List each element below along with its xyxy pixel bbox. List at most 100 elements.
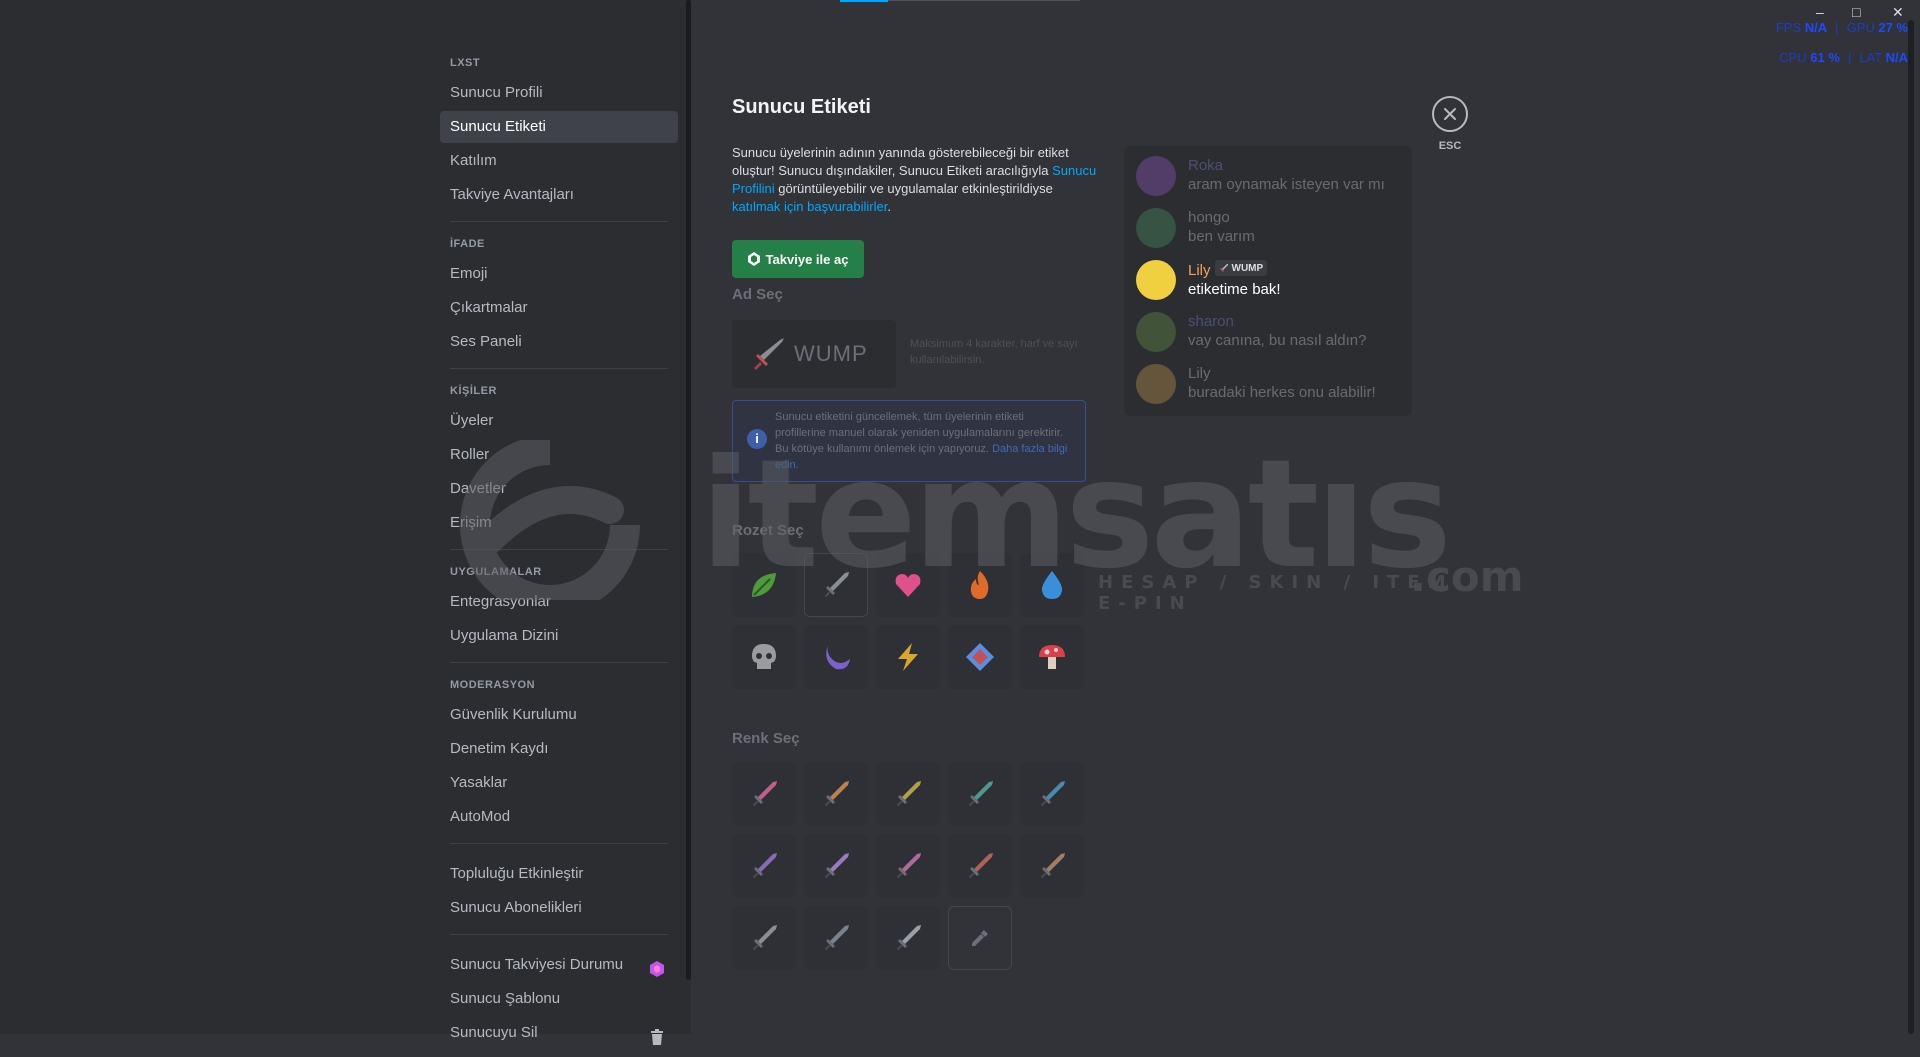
color-option[interactable] bbox=[876, 762, 940, 826]
color-option[interactable] bbox=[876, 834, 940, 898]
description-text: görüntüleyebilir ve uygulamalar etkinleş… bbox=[774, 181, 1053, 196]
sidebar-item-entegrasyonlar[interactable]: Entegrasyonlar bbox=[440, 586, 678, 618]
badge-option[interactable] bbox=[1020, 625, 1084, 689]
sidebar-item-kartmalar[interactable]: Çıkartmalar bbox=[440, 292, 678, 324]
badge-option[interactable] bbox=[876, 625, 940, 689]
sidebar-divider bbox=[450, 221, 668, 222]
apply-to-join-link[interactable]: katılmak için başvurabilirler bbox=[732, 199, 887, 214]
color-option[interactable] bbox=[804, 906, 868, 970]
color-option[interactable] bbox=[948, 834, 1012, 898]
description: Sunucu üyelerinin adının yanında göstere… bbox=[732, 144, 1102, 216]
color-option[interactable] bbox=[876, 906, 940, 970]
description-text: . bbox=[887, 199, 891, 214]
gem-badge-icon bbox=[964, 641, 996, 673]
perf-overlay-top: FPS N/A | GPU 27 % bbox=[1775, 20, 1908, 35]
sidebar-item-denetim-kayd[interactable]: Denetim Kaydı bbox=[440, 733, 678, 765]
color-orange-sword-icon bbox=[820, 778, 852, 810]
message-text: buradaki herkes onu alabilir! bbox=[1188, 384, 1376, 401]
sidebar-item-label: Ses Paneli bbox=[450, 333, 522, 350]
preview-message: Lily WUMP etiketime bak! bbox=[1136, 260, 1281, 300]
color-option[interactable] bbox=[1020, 834, 1084, 898]
sword-icon bbox=[1219, 264, 1228, 272]
close-button[interactable] bbox=[1432, 96, 1468, 132]
color-option[interactable] bbox=[1020, 762, 1084, 826]
main-scrollbar[interactable] bbox=[1908, 20, 1914, 1034]
sidebar-item-sunucuyu-sil[interactable]: Sunucuyu Sil bbox=[440, 1017, 678, 1049]
color-teal-sword-icon bbox=[964, 778, 996, 810]
minimize-button[interactable]: – bbox=[1816, 4, 1824, 20]
sidebar-item-label: Entegrasyonlar bbox=[450, 593, 551, 610]
sidebar-scrollbar[interactable] bbox=[686, 0, 691, 980]
avatar bbox=[1136, 312, 1176, 352]
sidebar-item-eri-im[interactable]: Erişim bbox=[440, 507, 678, 539]
eyedropper-icon bbox=[970, 928, 990, 948]
avatar bbox=[1136, 260, 1176, 300]
sidebar-item-davetler[interactable]: Davetler bbox=[440, 473, 678, 505]
sidebar-item-toplulu-u-etkinle-tir[interactable]: Topluluğu Etkinleştir bbox=[440, 858, 678, 890]
color-option[interactable] bbox=[732, 906, 796, 970]
sidebar-item-label: Davetler bbox=[450, 480, 506, 497]
sidebar-item-label: Topluluğu Etkinleştir bbox=[450, 865, 584, 882]
message-author: hongo bbox=[1188, 209, 1230, 226]
badge-option[interactable] bbox=[732, 625, 796, 689]
message-body: hongo ben varım bbox=[1188, 208, 1255, 248]
sidebar-item-automod[interactable]: AutoMod bbox=[440, 801, 678, 833]
sidebar-divider bbox=[450, 368, 668, 369]
message-text: vay canına, bu nasıl aldın? bbox=[1188, 332, 1367, 349]
badge-option[interactable] bbox=[804, 553, 868, 617]
badge-option[interactable] bbox=[1020, 553, 1084, 617]
color-option[interactable] bbox=[732, 762, 796, 826]
sidebar-item-emoji[interactable]: Emoji bbox=[440, 258, 678, 290]
sidebar-divider bbox=[450, 934, 668, 935]
name-label: Ad Seç bbox=[732, 286, 783, 303]
color-silver-sword-icon bbox=[892, 922, 924, 954]
message-author-line: hongo bbox=[1188, 208, 1255, 227]
sidebar-item-sunucu-takviyesi-durumu[interactable]: Sunucu Takviyesi Durumu bbox=[440, 949, 678, 981]
info-icon: i bbox=[747, 429, 767, 449]
watermark-sub: HESAP / SKIN / ITEM / E-PIN bbox=[1098, 572, 1483, 614]
sidebar-item-sunucu-etiketi[interactable]: Sunucu Etiketi bbox=[440, 111, 678, 143]
sidebar-item-sunucu-abonelikleri[interactable]: Sunucu Abonelikleri bbox=[440, 892, 678, 924]
message-text: etiketime bak! bbox=[1188, 281, 1281, 298]
sidebar-item-kat-l-m[interactable]: Katılım bbox=[440, 145, 678, 177]
maximize-button[interactable]: □ bbox=[1852, 4, 1860, 20]
badge-option[interactable] bbox=[732, 553, 796, 617]
sidebar-item-yasaklar[interactable]: Yasaklar bbox=[440, 767, 678, 799]
color-lavender-sword-icon bbox=[820, 850, 852, 882]
sidebar-item-uygulama-dizini[interactable]: Uygulama Dizini bbox=[440, 620, 678, 652]
tab-indicator bbox=[840, 0, 888, 2]
message-body: Lily WUMP etiketime bak! bbox=[1188, 260, 1281, 300]
color-purple-sword-icon bbox=[748, 850, 780, 882]
sidebar-item-roller[interactable]: Roller bbox=[440, 439, 678, 471]
sidebar-item-sunucu-ablonu[interactable]: Sunucu Şablonu bbox=[440, 983, 678, 1015]
badge-option[interactable] bbox=[804, 625, 868, 689]
sidebar-item-label: AutoMod bbox=[450, 808, 511, 825]
heart-badge-icon bbox=[892, 569, 924, 601]
color-option[interactable] bbox=[948, 762, 1012, 826]
server-tag-text: WUMP bbox=[1231, 262, 1264, 274]
cpu-label: CPU bbox=[1779, 50, 1807, 65]
sidebar-item-label: Sunucuyu Sil bbox=[450, 1024, 538, 1041]
preview-message: Lily buradaki herkes onu alabilir! bbox=[1136, 364, 1376, 404]
leaf-badge-icon bbox=[748, 569, 780, 601]
badge-option[interactable] bbox=[948, 625, 1012, 689]
sidebar-item-label: Sunucu Profili bbox=[450, 84, 543, 101]
tag-name-input[interactable]: WUMP bbox=[732, 320, 896, 388]
settings-nav: LXST Sunucu Profili Sunucu Etiketi Katılım T… bbox=[440, 55, 678, 1051]
sidebar-item-takviye-avantajlar[interactable]: Takviye Avantajları bbox=[440, 179, 678, 211]
custom-color-button[interactable] bbox=[948, 906, 1012, 970]
color-option[interactable] bbox=[732, 834, 796, 898]
color-option[interactable] bbox=[804, 834, 868, 898]
lightning-badge-icon bbox=[892, 641, 924, 673]
mushroom-badge-icon bbox=[1036, 641, 1068, 673]
sidebar-item-sunucu-profili[interactable]: Sunucu Profili bbox=[440, 77, 678, 109]
color-option[interactable] bbox=[804, 762, 868, 826]
badge-option[interactable] bbox=[948, 553, 1012, 617]
window-close-button[interactable]: ✕ bbox=[1892, 4, 1904, 21]
sidebar-item-yeler[interactable]: Üyeler bbox=[440, 405, 678, 437]
sidebar-item-ses-paneli[interactable]: Ses Paneli bbox=[440, 326, 678, 358]
message-author-line: Lily WUMP bbox=[1188, 260, 1281, 280]
unlock-with-boost-button[interactable]: Takviye ile aç bbox=[732, 240, 864, 278]
badge-option[interactable] bbox=[876, 553, 940, 617]
sidebar-item-g-venlik-kurulumu[interactable]: Güvenlik Kurulumu bbox=[440, 699, 678, 731]
